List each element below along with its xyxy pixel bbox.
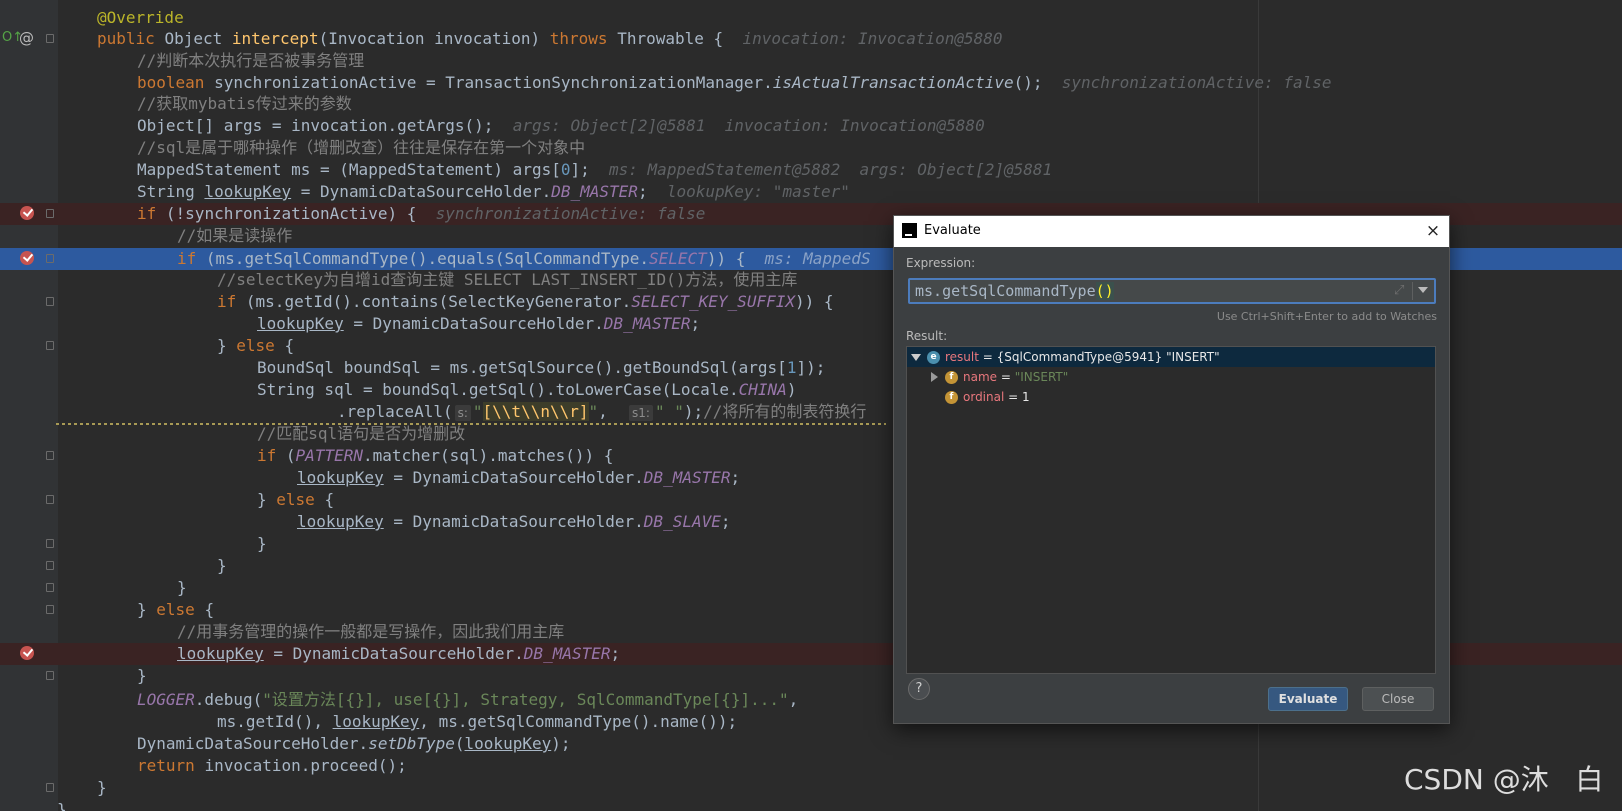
chevron-down-icon[interactable] [1418, 287, 1428, 293]
code-text: if (ms.getSqlCommandType().equals(SqlCom… [177, 249, 871, 268]
code-text: Object[] args = invocation.getArgs(); ar… [137, 116, 985, 135]
code-text: } [57, 800, 67, 811]
code-line[interactable]: } [0, 799, 1622, 811]
code-line[interactable]: @Override [0, 7, 1622, 29]
tree-row-text: ordinal = 1 [963, 390, 1030, 404]
enum-icon: e [927, 351, 940, 364]
code-text: //如果是读操作 [177, 226, 293, 245]
code-text: @Override [97, 8, 184, 27]
annotation-icon: @ [19, 29, 34, 47]
breakpoint-icon[interactable] [20, 646, 34, 660]
code-line[interactable]: boolean synchronizationActive = Transact… [0, 72, 1622, 94]
code-text: } [137, 666, 147, 685]
fold-marker-icon[interactable] [46, 341, 54, 350]
intellij-app-icon [902, 223, 917, 238]
code-text: LOGGER.debug("设置方法[{}], use[{}], Strateg… [137, 690, 799, 709]
code-text: MappedStatement ms = (MappedStatement) a… [137, 160, 1053, 179]
field-icon: f [945, 371, 958, 384]
evaluate-button[interactable]: Evaluate [1268, 687, 1348, 711]
code-text: public Object intercept(Invocation invoc… [97, 29, 1003, 48]
collapsed-arrow-icon[interactable] [931, 372, 938, 382]
code-text: .replaceAll(s: "[\\t\\n\\r]", s1: " ");//将… [337, 402, 867, 421]
code-text: //sql是属于哪种操作（增删改查）往往是保存在第一个对象中 [137, 138, 586, 157]
code-line[interactable]: Object[] args = invocation.getArgs(); ar… [0, 115, 1622, 137]
tree-row-text: name = "INSERT" [963, 370, 1069, 384]
expand-icon[interactable]: ⤢ [1394, 283, 1404, 298]
code-line[interactable]: MappedStatement ms = (MappedStatement) a… [0, 159, 1622, 181]
close-button[interactable]: Close [1362, 687, 1434, 711]
code-text: lookupKey = DynamicDataSourceHolder.DB_M… [257, 314, 701, 333]
code-text: } [217, 556, 227, 575]
result-label: Result: [906, 329, 948, 343]
fold-marker-icon[interactable] [46, 495, 54, 504]
code-text: if (!synchronizationActive) { synchroniz… [137, 204, 706, 223]
add-to-watches-hint: Use Ctrl+Shift+Enter to add to Watches [1216, 310, 1437, 323]
code-line[interactable]: //获取mybatis传过来的参数 [0, 93, 1622, 115]
code-text: boolean synchronizationActive = Transact… [137, 73, 1332, 92]
fold-marker-icon[interactable] [46, 561, 54, 570]
code-text: //获取mybatis传过来的参数 [137, 94, 352, 113]
code-text: lookupKey = DynamicDataSourceHolder.DB_M… [177, 644, 621, 663]
result-tree[interactable]: e result = {SqlCommandType@5941} "INSERT… [906, 346, 1436, 674]
code-text: } [177, 578, 187, 597]
tree-row-ordinal[interactable]: f ordinal = 1 [907, 387, 1435, 407]
code-text: //判断本次执行是否被事务管理 [137, 51, 365, 70]
code-text: lookupKey = DynamicDataSourceHolder.DB_M… [297, 468, 741, 487]
fold-marker-icon[interactable] [46, 671, 54, 680]
fold-marker-icon[interactable] [46, 34, 54, 43]
help-button[interactable]: ? [908, 678, 930, 700]
fold-marker-icon[interactable] [46, 297, 54, 306]
fold-marker-icon[interactable] [46, 583, 54, 592]
code-text: } [97, 778, 107, 797]
code-text: if (PATTERN.matcher(sql).matches()) { [257, 446, 614, 465]
code-line[interactable]: O↑ @ public Object intercept(Invocation … [0, 28, 1622, 50]
breakpoint-icon[interactable] [20, 206, 34, 220]
fold-marker-icon[interactable] [46, 209, 54, 218]
code-text: if (ms.getId().contains(SelectKeyGenerat… [217, 292, 834, 311]
tree-row-name[interactable]: f name = "INSERT" [907, 367, 1435, 387]
code-text: String lookupKey = DynamicDataSourceHold… [137, 182, 850, 201]
code-text: return invocation.proceed(); [137, 756, 407, 775]
expanded-arrow-icon[interactable] [911, 354, 921, 361]
code-text: //用事务管理的操作一般都是写操作，因此我们用主库 [177, 622, 565, 641]
code-text: DynamicDataSourceHolder.setDbType(lookup… [137, 734, 571, 753]
code-text: lookupKey = DynamicDataSourceHolder.DB_S… [297, 512, 731, 531]
code-text: } else { [217, 336, 295, 355]
dialog-titlebar[interactable]: Evaluate × [894, 216, 1449, 247]
close-icon[interactable]: × [1421, 219, 1445, 243]
code-text: } [257, 534, 267, 553]
code-line[interactable]: return invocation.proceed(); [0, 755, 1622, 777]
tree-row-result[interactable]: e result = {SqlCommandType@5941} "INSERT… [907, 347, 1435, 367]
code-text: BoundSql boundSql = ms.getSqlSource().ge… [257, 358, 826, 377]
code-line[interactable]: DynamicDataSourceHolder.setDbType(lookup… [0, 733, 1622, 755]
dropdown-separator [1412, 282, 1413, 300]
field-icon: f [945, 391, 958, 404]
code-text: //selectKey为自增id查询主键 SELECT LAST_INSERT_… [217, 270, 798, 289]
code-text: String sql = boundSql.getSql().toLowerCa… [257, 380, 797, 399]
code-line[interactable]: String lookupKey = DynamicDataSourceHold… [0, 181, 1622, 203]
fold-marker-icon[interactable] [46, 605, 54, 614]
dialog-title: Evaluate [924, 223, 981, 238]
code-text: } else { [137, 600, 215, 619]
code-line[interactable]: //sql是属于哪种操作（增删改查）往往是保存在第一个对象中 [0, 137, 1622, 159]
code-line[interactable]: } [0, 777, 1622, 799]
code-line[interactable]: //判断本次执行是否被事务管理 [0, 50, 1622, 72]
expression-text: ms.getSqlCommandType() [915, 282, 1114, 300]
fold-marker-icon[interactable] [46, 783, 54, 792]
fold-marker-icon[interactable] [46, 254, 54, 263]
code-text: } else { [257, 490, 335, 509]
code-text: //匹配sql语句是否为增删改 [257, 424, 466, 443]
csdn-watermark: CSDN @沐 白 [1404, 763, 1604, 796]
fold-marker-icon[interactable] [46, 451, 54, 460]
breakpoint-icon[interactable] [20, 251, 34, 265]
expression-input[interactable]: ms.getSqlCommandType() ⤢ [908, 278, 1436, 304]
expression-label: Expression: [906, 256, 976, 270]
fold-marker-icon[interactable] [46, 539, 54, 548]
tree-row-text: result = {SqlCommandType@5941} "INSERT" [945, 350, 1220, 364]
code-text: ms.getId(), lookupKey, ms.getSqlCommandT… [217, 712, 738, 731]
evaluate-dialog[interactable]: Evaluate × Expression: ms.getSqlCommandT… [893, 215, 1450, 724]
